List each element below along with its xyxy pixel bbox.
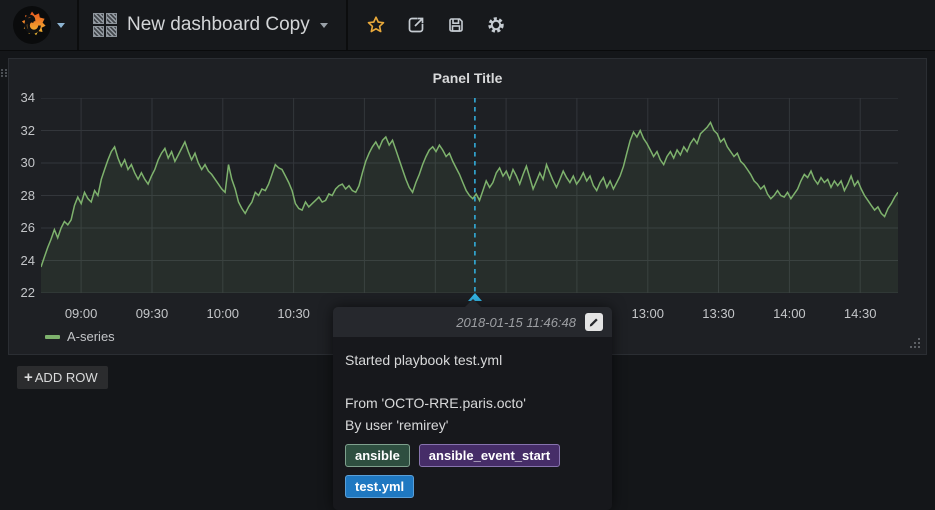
- y-axis-tick-label: 30: [9, 155, 35, 171]
- add-row-label: ADD ROW: [35, 370, 98, 385]
- annotation-source: From 'OCTO-RRE.paris.octo': [345, 392, 600, 414]
- dashboard-grid-icon: [93, 13, 117, 37]
- y-axis-tick-label: 32: [9, 123, 35, 139]
- dashboard-settings-button[interactable]: [476, 0, 516, 51]
- annotation-tag[interactable]: ansible: [345, 444, 410, 467]
- annotation-timestamp: 2018-01-15 11:46:48: [456, 315, 576, 330]
- tooltip-arrow: [465, 299, 481, 307]
- save-icon: [446, 15, 466, 35]
- y-axis-tick-label: 24: [9, 253, 35, 269]
- tooltip-body: Started playbook test.yml From 'OCTO-RRE…: [333, 337, 612, 510]
- y-axis-tick-label: 22: [9, 285, 35, 301]
- annotation-tags: ansible ansible_event_starttest.yml: [345, 444, 600, 498]
- annotation-tooltip: 2018-01-15 11:46:48 Started playbook tes…: [333, 307, 612, 510]
- y-axis-tick-label: 28: [9, 188, 35, 204]
- edit-annotation-button[interactable]: [585, 313, 603, 331]
- chevron-down-icon: [320, 23, 328, 28]
- legend: A-series: [45, 329, 115, 344]
- navbar-actions: [348, 0, 516, 50]
- share-icon: [406, 15, 426, 35]
- y-axis-tick-label: 34: [9, 90, 35, 106]
- share-dashboard-button[interactable]: [396, 0, 436, 51]
- x-axis-tick-label: 10:00: [206, 306, 239, 321]
- save-dashboard-button[interactable]: [436, 0, 476, 51]
- plus-icon: +: [24, 370, 33, 385]
- y-axis: 34323028262422: [9, 98, 35, 293]
- x-axis-tick-label: 09:30: [136, 306, 169, 321]
- panel-title[interactable]: Panel Title: [9, 70, 926, 86]
- x-axis-tick-label: 13:30: [702, 306, 735, 321]
- navbar: New dashboard Copy: [0, 0, 935, 51]
- chart-plot-area[interactable]: [41, 98, 898, 293]
- panel-resize-handle[interactable]: [906, 338, 921, 351]
- chevron-down-icon: [57, 23, 65, 28]
- tooltip-header: 2018-01-15 11:46:48: [333, 307, 612, 337]
- row-drag-handle[interactable]: [1, 69, 8, 84]
- org-menu-button[interactable]: [0, 0, 79, 50]
- y-axis-tick-label: 26: [9, 220, 35, 236]
- annotation-message: Started playbook test.yml: [345, 352, 600, 368]
- grafana-logo-icon: [13, 6, 51, 44]
- legend-series-label[interactable]: A-series: [67, 329, 115, 344]
- x-axis-tick-label: 14:00: [773, 306, 806, 321]
- annotation-tag[interactable]: ansible_event_start: [419, 444, 560, 467]
- annotation-tag[interactable]: test.yml: [345, 475, 414, 498]
- x-axis-tick-label: 14:30: [844, 306, 877, 321]
- x-axis-tick-label: 09:00: [65, 306, 98, 321]
- x-axis-tick-label: 13:00: [631, 306, 664, 321]
- dashboard-title-menu[interactable]: New dashboard Copy: [79, 0, 348, 50]
- settings-gear-icon: [486, 15, 506, 35]
- time-series-chart: [41, 98, 898, 293]
- x-axis-tick-label: 10:30: [277, 306, 310, 321]
- star-dashboard-button[interactable]: [356, 0, 396, 51]
- add-row-button[interactable]: + ADD ROW: [17, 366, 108, 389]
- dashboard-title: New dashboard Copy: [127, 14, 310, 36]
- star-icon: [366, 15, 386, 35]
- annotation-user: By user 'remirey': [345, 414, 600, 436]
- legend-series-color: [45, 335, 60, 339]
- pencil-icon: [588, 316, 600, 328]
